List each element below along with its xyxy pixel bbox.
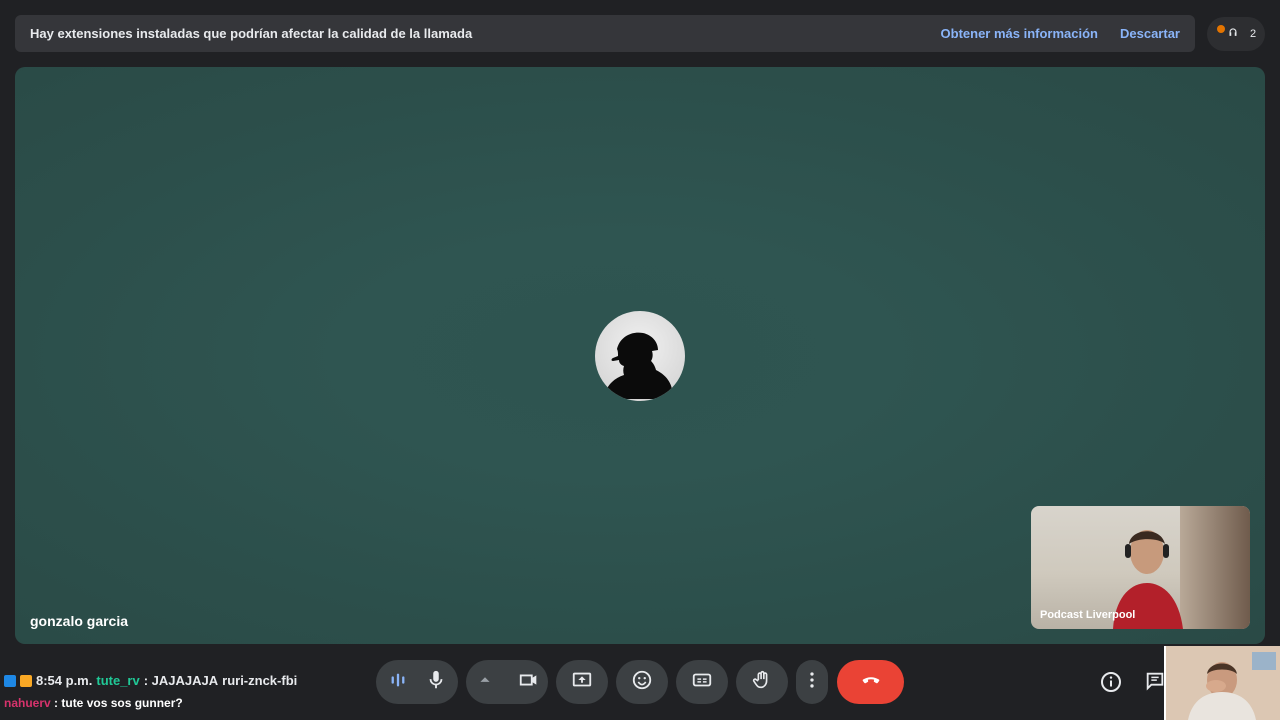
audio-levels-icon — [387, 669, 409, 696]
emoji-button[interactable] — [616, 660, 668, 704]
banner-message: Hay extensiones instaladas que podrían a… — [30, 26, 473, 41]
chevron-up-icon — [474, 669, 496, 696]
hang-up-icon — [860, 669, 882, 696]
captions-button[interactable] — [676, 660, 728, 704]
streamer-person — [1166, 646, 1280, 720]
extensions-warning-banner: Hay extensiones instaladas que podrían a… — [15, 15, 1195, 52]
self-view-tile[interactable]: Podcast Liverpool — [1031, 506, 1250, 629]
call-controls-bar — [0, 660, 1280, 704]
camera-icon — [518, 669, 540, 696]
activity-dot — [1217, 25, 1225, 33]
present-screen-button[interactable] — [556, 660, 608, 704]
meeting-details-button[interactable] — [1099, 670, 1123, 694]
silhouette-avatar — [595, 311, 685, 401]
camera-button[interactable] — [466, 660, 548, 704]
present-screen-icon — [571, 669, 593, 696]
captions-icon — [691, 669, 713, 696]
chat-icon — [1144, 672, 1166, 696]
participants-button[interactable]: 2 — [1207, 17, 1265, 51]
chat-button[interactable] — [1144, 670, 1164, 694]
microphone-button[interactable] — [376, 660, 458, 704]
hang-up-button[interactable] — [837, 660, 904, 704]
raise-hand-button[interactable] — [736, 660, 788, 704]
people-icon — [1226, 26, 1240, 43]
background-shelf — [1180, 506, 1250, 629]
raise-hand-icon — [751, 669, 773, 696]
learn-more-link[interactable]: Obtener más información — [941, 26, 1098, 41]
more-options-button[interactable] — [796, 660, 828, 704]
meet-call-window: Hay extensiones instaladas que podrían a… — [0, 0, 1280, 720]
microphone-icon — [425, 669, 447, 696]
emoji-icon — [631, 669, 653, 696]
self-view-name-label: Podcast Liverpool — [1040, 609, 1136, 621]
info-icon — [1099, 672, 1123, 698]
streamer-camera-overlay — [1164, 646, 1280, 720]
more-options-icon — [801, 669, 823, 696]
participant-count: 2 — [1249, 28, 1257, 40]
participant-name-label: gonzalo garcia — [30, 613, 129, 629]
dismiss-link[interactable]: Descartar — [1120, 26, 1180, 41]
